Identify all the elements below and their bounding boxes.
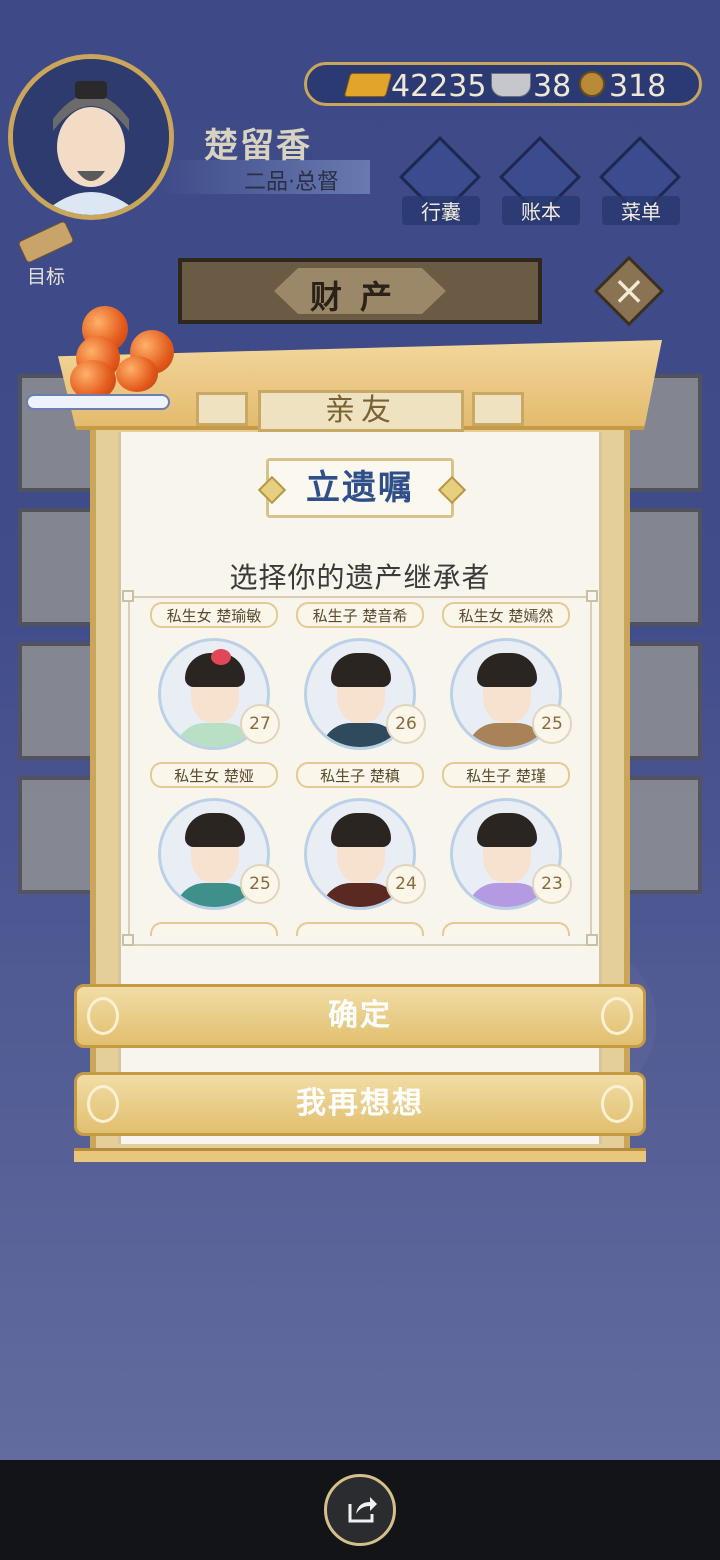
age-badge: 23	[532, 864, 572, 904]
silver-ingot-icon	[491, 73, 531, 97]
heir-tag-partial	[442, 922, 570, 936]
avatar-portrait-icon	[13, 59, 169, 215]
property-title: 财产	[309, 278, 410, 316]
confirm-label[interactable]: 确定	[74, 984, 646, 1048]
currency-bar: 42235 38 318	[304, 62, 702, 106]
heir-hair	[331, 813, 391, 847]
heir-card[interactable]: 私生子 楚音希 26	[290, 602, 430, 758]
heir-tag: 私生子 楚瑾	[442, 762, 570, 788]
share-icon[interactable]	[346, 1494, 378, 1524]
age-badge: 25	[532, 704, 572, 744]
ledger-button[interactable]: 账本	[498, 135, 582, 225]
player-name: 楚留香	[204, 126, 312, 166]
heir-tag-partial	[296, 922, 424, 936]
age-badge: 27	[240, 704, 280, 744]
flower-icon	[211, 649, 231, 665]
bag-button[interactable]: 行囊	[398, 135, 482, 225]
heir-card[interactable]: 私生女 楚瑜敏 27	[144, 602, 284, 758]
heir-hair	[477, 813, 537, 847]
ledger-label: 账本	[502, 196, 580, 225]
orange-icon	[116, 356, 158, 392]
gold-ingot-icon	[343, 73, 393, 97]
heir-tag: 私生女 楚娅	[150, 762, 278, 788]
heir-tag-partial	[150, 922, 278, 936]
heir-tag: 私生女 楚嫣然	[442, 602, 570, 628]
gold-amount: 42235	[391, 69, 487, 104]
heir-tag: 私生子 楚音希	[296, 602, 424, 628]
heir-hair	[331, 653, 391, 687]
heir-card[interactable]: 私生子 楚瑾 23	[436, 762, 576, 918]
grid-corner	[586, 934, 598, 946]
coin-amount: 318	[609, 69, 667, 104]
heir-card[interactable]: 私生女 楚嫣然 25	[436, 602, 576, 758]
heir-card[interactable]: 私生子 楚稹 24	[290, 762, 430, 918]
heir-tag: 私生子 楚稹	[296, 762, 424, 788]
silver-amount: 38	[533, 69, 572, 104]
grid-corner	[122, 934, 134, 946]
tab-ornament-left	[196, 392, 248, 426]
tab-ornament-right	[472, 392, 524, 426]
grid-corner	[586, 590, 598, 602]
close-icon[interactable]: ×	[604, 264, 654, 318]
will-title: 立遗嘱	[306, 468, 414, 508]
player-avatar[interactable]	[8, 54, 174, 220]
heir-hair	[477, 653, 537, 687]
age-badge: 25	[240, 864, 280, 904]
player-rank: 二品·总督	[244, 170, 339, 195]
coin-icon	[579, 71, 605, 97]
goal-button[interactable]: 目标	[16, 220, 76, 288]
menu-button[interactable]: 菜单	[598, 135, 682, 225]
cloud-decoration	[26, 394, 170, 410]
age-badge: 26	[386, 704, 426, 744]
grid-corner	[122, 590, 134, 602]
age-badge: 24	[386, 864, 426, 904]
dialog-subtitle: 选择你的遗产继承者	[229, 561, 491, 594]
bag-label: 行囊	[402, 196, 480, 225]
reconsider-label[interactable]: 我再想想	[74, 1072, 646, 1136]
heir-hair	[185, 813, 245, 847]
menu-label: 菜单	[602, 196, 680, 225]
heir-card[interactable]: 私生女 楚娅 25	[144, 762, 284, 918]
tab-relatives[interactable]: 亲友	[258, 390, 464, 432]
scroll-bottom-rod	[74, 1148, 646, 1162]
heir-tag: 私生女 楚瑜敏	[150, 602, 278, 628]
goal-label: 目标	[26, 266, 65, 288]
property-banner: 财产	[178, 258, 542, 324]
